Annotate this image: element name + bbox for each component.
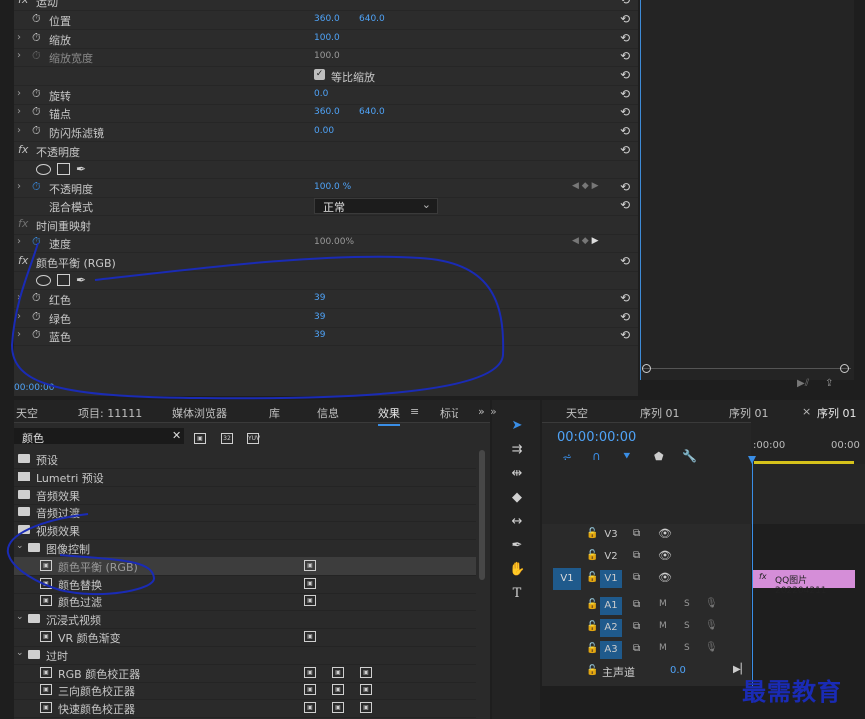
annotation-overlay bbox=[6, 242, 505, 596]
